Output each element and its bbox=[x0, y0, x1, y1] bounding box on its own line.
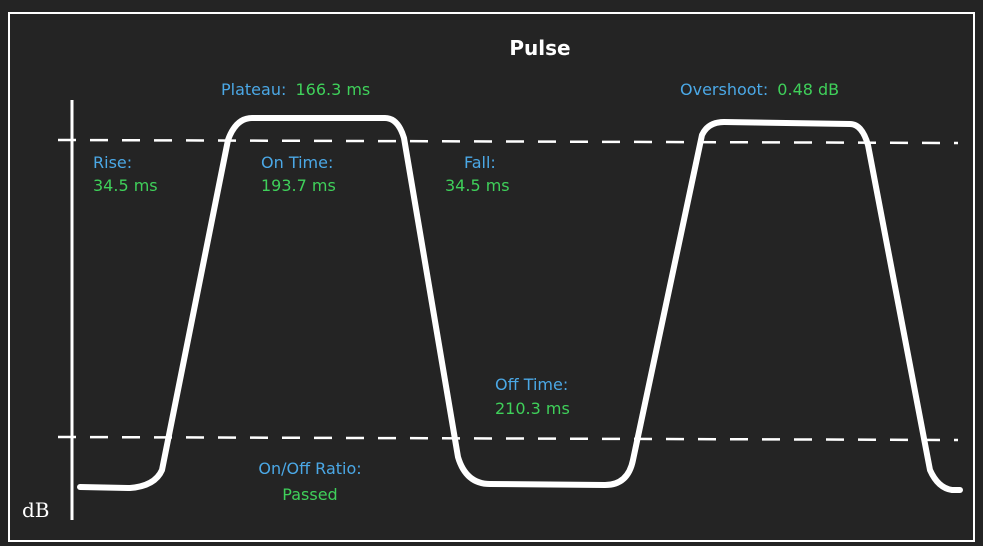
lower-threshold-line bbox=[57, 435, 959, 442]
on-time-value: 193.7 ms bbox=[261, 176, 336, 195]
y-axis-label: dB bbox=[22, 498, 50, 522]
on-time-label: On Time: bbox=[261, 153, 333, 172]
rise-value: 34.5 ms bbox=[93, 176, 158, 195]
fall-value: 34.5 ms bbox=[445, 176, 510, 195]
chart-panel: Pulse dB Plateau: 166.3 ms Overshoot: 0.… bbox=[0, 0, 983, 546]
off-time-value: 210.3 ms bbox=[495, 399, 570, 418]
plateau-annotation: Plateau: 166.3 ms bbox=[221, 80, 370, 99]
off-time-label: Off Time: bbox=[495, 375, 568, 394]
overshoot-annotation: Overshoot: 0.48 dB bbox=[680, 80, 839, 99]
pulse-chart: Pulse dB Plateau: 166.3 ms Overshoot: 0.… bbox=[8, 12, 975, 542]
on-off-ratio-value: Passed bbox=[282, 485, 337, 504]
plateau-value: 166.3 ms bbox=[295, 80, 370, 99]
plateau-label: Plateau: bbox=[221, 80, 286, 99]
fall-label: Fall: bbox=[464, 153, 496, 172]
overshoot-value: 0.48 dB bbox=[777, 80, 839, 99]
rise-label: Rise: bbox=[93, 153, 132, 172]
chart-title: Pulse bbox=[509, 36, 570, 60]
on-off-ratio-label: On/Off Ratio: bbox=[258, 459, 361, 478]
overshoot-label: Overshoot: bbox=[680, 80, 768, 99]
chart-stage: Pulse dB Plateau: 166.3 ms Overshoot: 0.… bbox=[0, 0, 983, 546]
upper-threshold-line bbox=[57, 138, 959, 145]
pulse-trace bbox=[77, 115, 963, 493]
